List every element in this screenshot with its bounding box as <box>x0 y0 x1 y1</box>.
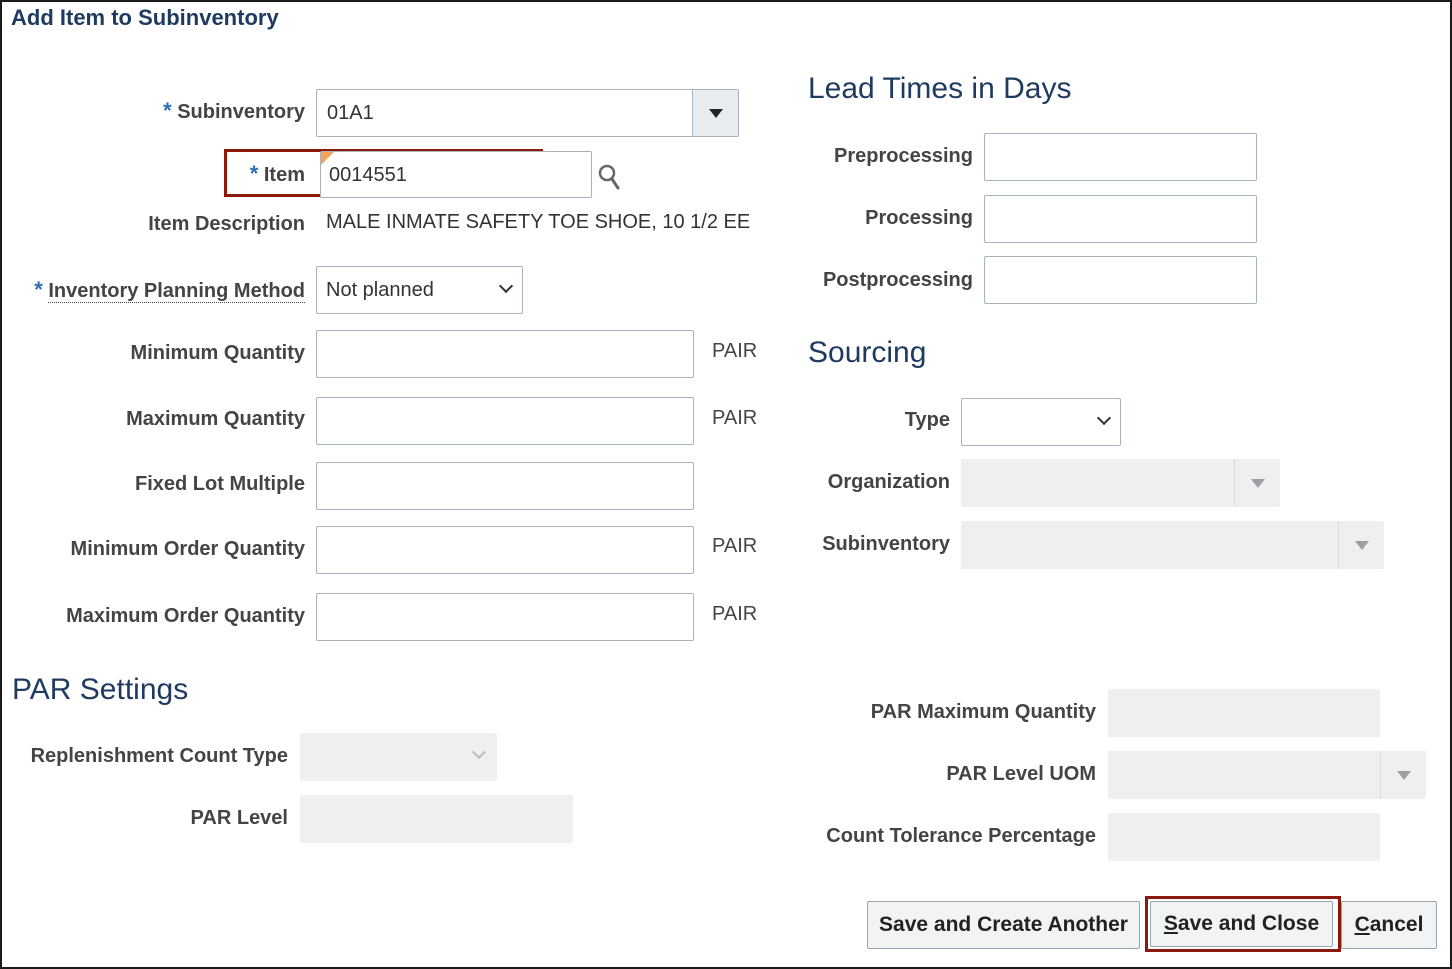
organization-label: Organization <box>827 471 950 493</box>
item-description-label: Item Description <box>148 213 305 235</box>
triangle-down-icon <box>708 108 723 118</box>
max-order-label: Maximum Order Quantity <box>66 605 305 627</box>
postprocessing-input[interactable] <box>984 256 1257 304</box>
organization-combobox <box>961 459 1280 507</box>
par-level-input <box>300 795 573 843</box>
par-level-uom-dropdown-button <box>1380 751 1426 799</box>
sourcing-subinventory-combobox <box>961 521 1384 569</box>
sourcing-type-label: Type <box>904 409 950 431</box>
fixed-lot-input[interactable] <box>316 462 694 510</box>
planning-method-label: * Inventory Planning Method <box>34 277 305 303</box>
dialog-title: Add Item to Subinventory <box>11 5 279 30</box>
replenishment-count-type-select <box>300 733 497 781</box>
subinventory-dropdown-button[interactable] <box>692 90 738 136</box>
required-marker: * <box>163 98 172 123</box>
subinventory-value: 01A1 <box>327 102 374 124</box>
chevron-down-icon <box>1096 410 1112 426</box>
save-and-close-button[interactable]: Save and Close <box>1150 901 1333 947</box>
planning-method-value: Not planned <box>326 279 434 301</box>
min-order-label: Minimum Order Quantity <box>70 538 305 560</box>
max-qty-label: Maximum Quantity <box>126 408 305 430</box>
min-qty-input[interactable] <box>316 330 694 378</box>
max-qty-input[interactable] <box>316 397 694 445</box>
sourcing-subinventory-label: Subinventory <box>822 533 950 555</box>
planning-method-select[interactable]: Not planned <box>316 266 523 314</box>
processing-input[interactable] <box>984 195 1257 243</box>
lead-times-heading: Lead Times in Days <box>808 72 1072 105</box>
par-level-uom-combobox <box>1108 751 1426 799</box>
sourcing-heading: Sourcing <box>808 336 927 369</box>
organization-dropdown-button <box>1234 459 1280 507</box>
save-and-create-another-button[interactable]: Save and Create Another <box>867 901 1140 949</box>
sourcing-type-select[interactable] <box>961 398 1121 446</box>
item-value: 0014551 <box>329 164 407 186</box>
item-input[interactable]: 0014551 <box>320 151 592 198</box>
triangle-down-icon <box>1250 478 1265 488</box>
subinventory-combobox[interactable]: 01A1 <box>316 89 739 137</box>
max-order-input[interactable] <box>316 593 694 641</box>
min-qty-uom: PAIR <box>712 340 758 362</box>
chevron-down-icon <box>471 744 487 760</box>
cancel-button[interactable]: Cancel <box>1341 901 1437 949</box>
min-qty-label: Minimum Quantity <box>130 342 305 364</box>
sourcing-subinventory-dropdown-button <box>1338 521 1384 569</box>
chevron-down-icon <box>498 278 514 294</box>
max-order-uom: PAIR <box>712 603 758 625</box>
search-icon[interactable] <box>597 163 623 191</box>
count-tolerance-input <box>1108 813 1380 861</box>
preprocessing-label: Preprocessing <box>834 145 973 167</box>
par-max-qty-input <box>1108 689 1380 737</box>
item-description-value: MALE INMATE SAFETY TOE SHOE, 10 1/2 EE <box>326 211 751 233</box>
min-order-input[interactable] <box>316 526 694 574</box>
par-level-uom-label: PAR Level UOM <box>946 763 1096 785</box>
par-settings-heading: PAR Settings <box>12 673 189 706</box>
par-max-qty-label: PAR Maximum Quantity <box>870 701 1096 723</box>
count-tolerance-label: Count Tolerance Percentage <box>826 825 1096 847</box>
processing-label: Processing <box>865 207 973 229</box>
fixed-lot-label: Fixed Lot Multiple <box>135 473 305 495</box>
item-label: * Item <box>249 161 305 186</box>
min-order-uom: PAIR <box>712 535 758 557</box>
subinventory-label: * Subinventory <box>163 98 305 123</box>
postprocessing-label: Postprocessing <box>822 269 973 291</box>
triangle-down-icon <box>1354 540 1369 550</box>
triangle-down-icon <box>1396 770 1411 780</box>
preprocessing-input[interactable] <box>984 133 1257 181</box>
par-level-label: PAR Level <box>190 807 288 829</box>
replenishment-count-type-label: Replenishment Count Type <box>30 745 288 767</box>
max-qty-uom: PAIR <box>712 407 758 429</box>
